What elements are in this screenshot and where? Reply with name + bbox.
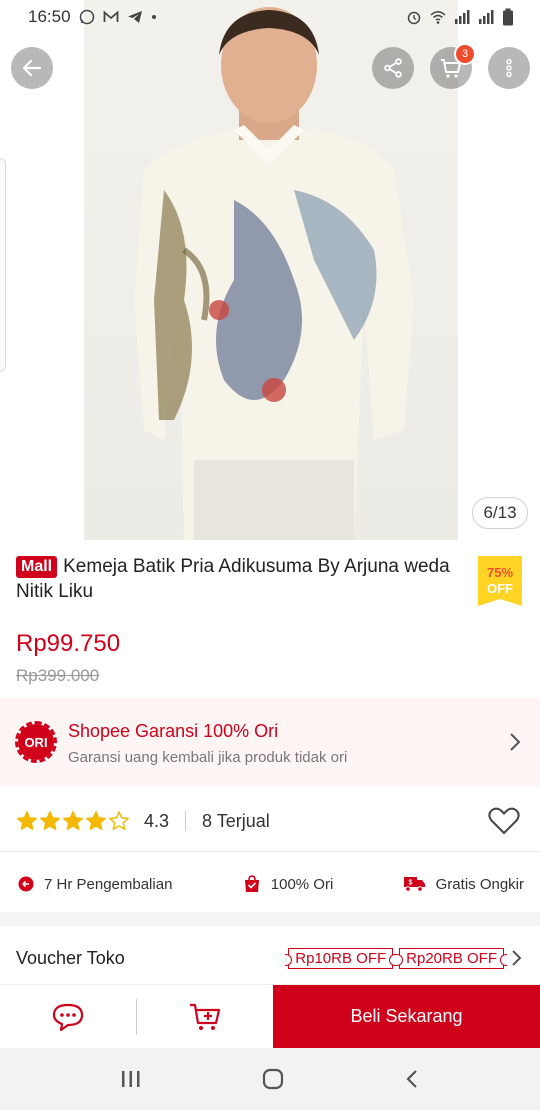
policy-label: 7 Hr Pengembalian <box>44 875 173 893</box>
share-button[interactable] <box>372 47 414 89</box>
whatsapp-icon <box>79 9 94 25</box>
mall-badge: Mall <box>16 556 58 578</box>
discount-off-label: OFF <box>487 581 513 596</box>
rating-row[interactable]: 4.3 8 Terjual <box>0 798 540 844</box>
product-title-block: Mall Kemeja Batik Pria Adikusuma By Arjun… <box>16 554 466 604</box>
add-to-cart-icon <box>190 1003 221 1030</box>
telegram-icon <box>127 11 142 23</box>
policy-label: 100% Ori <box>270 875 334 893</box>
battery-icon <box>503 8 513 26</box>
voucher-label: Voucher Toko <box>16 947 125 968</box>
rating-value: 4.3 <box>144 810 170 831</box>
signal-icon <box>455 10 470 24</box>
star-empty-icon <box>109 811 129 830</box>
voucher-chip[interactable]: Rp10RB OFF <box>285 947 396 969</box>
product-title: Kemeja Batik Pria Adikusuma By Arjuna we… <box>16 556 450 602</box>
chat-icon <box>52 1003 84 1031</box>
rating-stars <box>16 810 130 832</box>
policy-free-shipping[interactable]: $ Gratis Ongkir <box>403 875 524 893</box>
policy-row[interactable]: 7 Hr Pengembalian 100% Ori $ Gratis Ongk… <box>0 862 540 906</box>
discount-percent: 75% <box>486 565 514 580</box>
current-price: Rp99.750 <box>16 630 121 657</box>
svg-text:$: $ <box>408 880 412 887</box>
star-filled-icon <box>86 811 106 830</box>
heart-icon[interactable] <box>488 807 520 835</box>
buy-now-button[interactable]: Beli Sekarang <box>273 985 540 1048</box>
share-icon <box>384 58 402 78</box>
original-price: Rp399.000 <box>16 666 100 685</box>
divider <box>185 811 187 831</box>
section-separator <box>0 912 540 926</box>
ori-badge-icon: ORI <box>15 721 57 763</box>
product-image-carousel[interactable]: 3 6/13 <box>0 0 540 540</box>
cart-count-badge: 3 <box>454 43 476 65</box>
status-time: 16:50 <box>28 7 71 26</box>
voucher-chip[interactable]: Rp20RB OFF <box>396 947 507 969</box>
star-filled-icon <box>63 811 83 830</box>
home-icon[interactable] <box>261 1067 285 1091</box>
shield-bag-icon <box>244 875 259 892</box>
guarantee-title: Shopee Garansi 100% Ori <box>68 720 279 741</box>
signal-icon <box>479 10 494 24</box>
dot-icon <box>151 15 156 19</box>
add-to-cart-button[interactable] <box>137 985 273 1048</box>
star-filled-icon <box>40 811 60 830</box>
guarantee-banner[interactable]: ORI Shopee Garansi 100% Ori Garansi uang… <box>0 698 540 786</box>
chat-button[interactable] <box>0 985 136 1048</box>
cart-button[interactable]: 3 <box>430 43 476 89</box>
arrow-left-icon <box>22 59 42 77</box>
bottom-action-bar: Beli Sekarang <box>0 984 540 1048</box>
divider <box>0 851 540 852</box>
truck-icon: $ <box>403 877 425 892</box>
system-nav-bar <box>0 1048 540 1110</box>
voucher-row[interactable]: Voucher Toko Rp10RB OFF Rp20RB OFF <box>0 934 540 982</box>
status-bar: 16:50 <box>0 0 540 34</box>
more-options-button[interactable] <box>488 47 530 89</box>
recent-apps-icon[interactable] <box>120 1069 142 1089</box>
chevron-right-icon <box>510 733 521 751</box>
alarm-icon <box>407 11 421 25</box>
back-button[interactable] <box>11 47 53 89</box>
image-counter: 6/13 <box>472 497 528 529</box>
wifi-icon <box>430 11 446 24</box>
guarantee-subtitle: Garansi uang kembali jika produk tidak o… <box>68 748 348 766</box>
discount-badge: 75% OFF <box>478 556 522 606</box>
more-vertical-icon <box>506 58 512 78</box>
star-filled-icon <box>17 811 37 830</box>
sold-count: 8 Terjual <box>202 810 270 831</box>
policy-original[interactable]: 100% Ori <box>243 875 334 893</box>
gmail-icon <box>103 10 118 22</box>
chevron-right-icon <box>512 950 522 966</box>
back-nav-icon[interactable] <box>404 1068 420 1090</box>
left-edge-handle[interactable] <box>0 158 6 372</box>
policy-label: Gratis Ongkir <box>435 875 524 893</box>
policy-return[interactable]: 7 Hr Pengembalian <box>18 876 172 893</box>
return-icon <box>18 876 34 892</box>
